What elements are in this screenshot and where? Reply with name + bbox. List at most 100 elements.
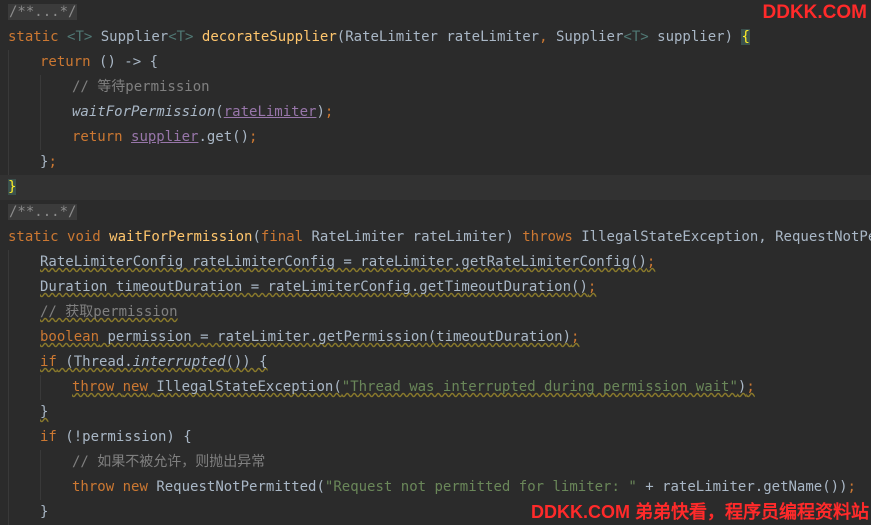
paren: (: [215, 104, 224, 120]
string-literal: "Request not permitted for limiter: ": [324, 479, 637, 495]
semicolon: ;: [847, 479, 856, 495]
keyword: new: [122, 379, 148, 395]
folded-doc-comment[interactable]: /**...*/: [8, 4, 78, 20]
code-editor[interactable]: /**...*/ static <T> Supplier<T> decorate…: [0, 0, 871, 525]
code-line[interactable]: return () -> {: [0, 50, 871, 75]
comment: // 如果不被允许，则抛出异常: [72, 454, 266, 470]
statement: Duration timeoutDuration = rateLimiterCo…: [40, 279, 588, 295]
paren: ): [724, 29, 734, 45]
code-line[interactable]: };: [0, 150, 871, 175]
code-line[interactable]: /**...*/: [0, 200, 871, 225]
code-line[interactable]: static <T> Supplier<T> decorateSupplier(…: [0, 25, 871, 50]
indent-guide: [8, 125, 9, 150]
keyword: return: [40, 54, 91, 70]
code-line[interactable]: boolean permission = rateLimiter.getPerm…: [0, 325, 871, 350]
method-call: interrupted: [132, 354, 226, 370]
method-call: .get(): [198, 129, 250, 145]
code-line[interactable]: // 获取permission: [0, 300, 871, 325]
indent-guide: [40, 375, 41, 400]
code-line[interactable]: RateLimiterConfig rateLimiterConfig = ra…: [0, 250, 871, 275]
watermark-top: DDKK.COM: [762, 2, 868, 23]
param-name: supplier: [657, 29, 725, 45]
comma: ,: [539, 29, 548, 45]
lambda: () -> {: [99, 54, 159, 70]
indent-guide: [8, 450, 9, 475]
indent-guide: [8, 275, 9, 300]
keyword: static: [8, 229, 59, 245]
matched-brace: }: [8, 179, 17, 195]
keyword: void: [67, 229, 101, 245]
captured-variable[interactable]: rateLimiter: [224, 104, 317, 120]
semicolon: ;: [587, 279, 597, 295]
code-line[interactable]: throw new IllegalStateException("Thread …: [0, 375, 871, 400]
keyword: if: [40, 354, 57, 370]
params: RateLimiter rateLimiter): [311, 229, 514, 245]
comment: // 获取permission: [40, 304, 178, 320]
indent-guide: [8, 350, 9, 375]
semicolon: ;: [571, 329, 580, 345]
statement: (Thread.: [56, 354, 133, 370]
indent-guide: [8, 300, 9, 325]
brace: }: [40, 404, 49, 420]
code-line[interactable]: if (!permission) {: [0, 425, 871, 450]
indent-guide: [8, 425, 9, 450]
statement: permission = rateLimiter.getPermission(t…: [99, 329, 572, 345]
statement: ()) {: [225, 354, 268, 370]
code-line[interactable]: }: [0, 400, 871, 425]
indent-guide: [8, 375, 9, 400]
code-line[interactable]: if (Thread.interrupted()) {: [0, 350, 871, 375]
watermark-bottom: DDKK.COM 弟弟快看，程序员编程资料站: [531, 498, 869, 524]
method-call[interactable]: waitForPermission: [72, 104, 215, 120]
captured-variable[interactable]: supplier: [131, 129, 198, 145]
type-parameter: <T>: [168, 29, 194, 45]
indent-guide: [8, 50, 9, 75]
code-line[interactable]: static void waitForPermission(final Rate…: [0, 225, 871, 250]
keyword: throw: [72, 379, 115, 395]
type-name: Supplier: [100, 29, 169, 45]
brace: }: [40, 504, 49, 520]
type-parameter: <T>: [623, 29, 649, 45]
exceptions: IllegalStateException, RequestNotPermitt…: [581, 229, 871, 245]
statement: RateLimiterConfig rateLimiterConfig = ra…: [40, 254, 647, 270]
paren: ): [316, 104, 325, 120]
indent-guide: [40, 100, 41, 125]
semicolon: ;: [324, 104, 334, 120]
code-line[interactable]: // 如果不被允许，则抛出异常: [0, 450, 871, 475]
keyword: throw: [72, 479, 115, 495]
paren: (: [336, 29, 346, 45]
indent-guide: [40, 450, 41, 475]
code-line-current[interactable]: }: [0, 175, 871, 200]
keyword: if: [40, 429, 57, 445]
indent-guide: [8, 250, 9, 275]
keyword: new: [122, 479, 148, 495]
keyword: final: [260, 229, 304, 245]
folded-doc-comment[interactable]: /**...*/: [8, 204, 78, 220]
statement: (!permission) {: [56, 429, 192, 445]
indent-guide: [8, 400, 9, 425]
code-line[interactable]: return supplier.get();: [0, 125, 871, 150]
method-name: waitForPermission: [109, 229, 253, 245]
code-line[interactable]: throw new RequestNotPermitted("Request n…: [0, 475, 871, 500]
string-literal: "Thread was interrupted during permissio…: [341, 379, 738, 395]
param-name: rateLimiter: [446, 29, 540, 45]
keyword: return: [72, 129, 123, 145]
code-line[interactable]: Duration timeoutDuration = rateLimiterCo…: [0, 275, 871, 300]
indent-guide: [8, 100, 9, 125]
paren: (: [252, 229, 261, 245]
semicolon: ;: [746, 379, 755, 395]
matched-brace: {: [741, 29, 750, 45]
code-line[interactable]: waitForPermission(rateLimiter);: [0, 100, 871, 125]
semicolon: ;: [48, 154, 57, 170]
code-line[interactable]: /**...*/: [0, 0, 871, 25]
indent-guide: [8, 475, 9, 500]
keyword: static: [8, 29, 59, 45]
statement: + rateLimiter.getName()): [636, 479, 848, 495]
indent-guide: [8, 500, 9, 525]
indent-guide: [8, 325, 9, 350]
indent-guide: [40, 125, 41, 150]
semicolon: ;: [646, 254, 656, 270]
code-line[interactable]: // 等待permission: [0, 75, 871, 100]
keyword: boolean: [40, 329, 100, 345]
keyword: throws: [522, 229, 573, 245]
indent-guide: [40, 475, 41, 500]
